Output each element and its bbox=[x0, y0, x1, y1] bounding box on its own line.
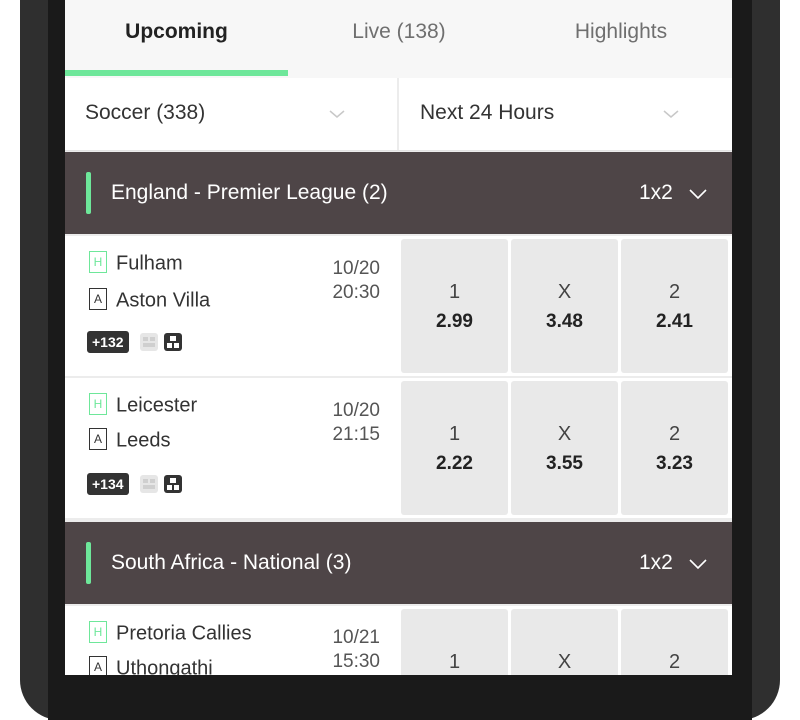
match-date: 10/20 bbox=[332, 400, 380, 421]
more-markets-badge[interactable]: +132 bbox=[87, 331, 129, 353]
odds-value: 2.41 bbox=[656, 311, 693, 332]
odds-button-draw[interactable]: X 3.55 bbox=[511, 381, 618, 515]
tab-bar: Upcoming Live (138) Highlights bbox=[65, 0, 732, 78]
stats-icon bbox=[140, 333, 158, 351]
odds-label: 1 bbox=[448, 423, 461, 445]
odds-value: 3.23 bbox=[656, 453, 693, 474]
stats-icon bbox=[140, 475, 158, 493]
odds-value: 2.99 bbox=[436, 311, 473, 332]
odds-value: 2.22 bbox=[436, 453, 473, 474]
odds-label: 2 bbox=[668, 651, 681, 673]
lineup-icon[interactable] bbox=[163, 332, 183, 352]
match-date: 10/21 bbox=[332, 627, 380, 648]
league-header[interactable]: South Africa - National (3) 1x2 bbox=[65, 522, 732, 604]
chevron-down-icon[interactable] bbox=[689, 555, 707, 573]
odds-button-home[interactable]: 1 bbox=[401, 609, 508, 675]
home-tag: H bbox=[89, 620, 107, 643]
tab-live[interactable]: Live (138) bbox=[288, 0, 510, 78]
active-tab-indicator bbox=[65, 70, 288, 76]
odds-label: X bbox=[557, 423, 572, 445]
match-datetime: 10/20 20:30 bbox=[332, 257, 380, 305]
home-team: H Pretoria Callies bbox=[89, 620, 252, 646]
away-tag: A bbox=[89, 655, 107, 675]
away-tag: A bbox=[89, 287, 107, 310]
chevron-down-icon[interactable] bbox=[689, 185, 707, 203]
away-team-name: Aston Villa bbox=[116, 289, 211, 312]
match-row[interactable]: H Pretoria Callies A Uthongathi 10/21 15:3… bbox=[65, 606, 732, 675]
league-accent-bar bbox=[86, 542, 91, 584]
match-row[interactable]: H Leicester A Leeds 10/20 21:15 +134 1 2.2… bbox=[65, 378, 732, 518]
odds-label: 2 bbox=[668, 281, 681, 303]
odds-button-away[interactable]: 2 3.23 bbox=[621, 381, 728, 515]
odds-value: 3.48 bbox=[546, 311, 583, 332]
league-name: South Africa - National (3) bbox=[111, 551, 352, 574]
home-tag: H bbox=[89, 392, 107, 415]
filter-divider bbox=[397, 78, 399, 150]
odds-label: 1 bbox=[448, 651, 461, 673]
away-tag: A bbox=[89, 427, 107, 450]
home-team-name: Fulham bbox=[116, 252, 183, 275]
odds-button-draw[interactable]: X 3.48 bbox=[511, 239, 618, 373]
away-team-name: Uthongathi bbox=[116, 657, 213, 675]
match-datetime: 10/20 21:15 bbox=[332, 399, 380, 447]
odds-button-away[interactable]: 2 2.41 bbox=[621, 239, 728, 373]
league-market-label: 1x2 bbox=[639, 551, 673, 574]
away-team: A Leeds bbox=[89, 427, 171, 453]
odds-label: 1 bbox=[448, 281, 461, 303]
home-team-name: Leicester bbox=[116, 394, 198, 417]
more-markets-badge[interactable]: +134 bbox=[87, 473, 129, 495]
match-datetime: 10/21 15:30 bbox=[332, 626, 380, 674]
timeframe-select-label: Next 24 Hours bbox=[420, 101, 555, 124]
chevron-down-icon bbox=[329, 110, 345, 118]
away-team: A Aston Villa bbox=[89, 287, 210, 313]
tab-upcoming[interactable]: Upcoming bbox=[65, 0, 288, 78]
odds-button-draw[interactable]: X bbox=[511, 609, 618, 675]
app-screen: Upcoming Live (138) Highlights Soccer (3… bbox=[65, 0, 732, 675]
league-name: England - Premier League (2) bbox=[111, 181, 388, 204]
match-time: 15:30 bbox=[332, 651, 380, 672]
match-row[interactable]: H Fulham A Aston Villa 10/20 20:30 +132 1 … bbox=[65, 236, 732, 376]
odds-button-away[interactable]: 2 bbox=[621, 609, 728, 675]
away-team: A Uthongathi bbox=[89, 655, 213, 675]
lineup-icon[interactable] bbox=[163, 474, 183, 494]
sport-select-label: Soccer (338) bbox=[85, 101, 206, 124]
home-team-name: Pretoria Callies bbox=[116, 622, 252, 645]
tab-highlights[interactable]: Highlights bbox=[510, 0, 732, 78]
match-time: 21:15 bbox=[332, 424, 380, 445]
home-team: H Leicester bbox=[89, 392, 197, 418]
home-tag: H bbox=[89, 250, 107, 273]
odds-button-home[interactable]: 1 2.22 bbox=[401, 381, 508, 515]
match-time: 20:30 bbox=[332, 282, 380, 303]
odds-button-home[interactable]: 1 2.99 bbox=[401, 239, 508, 373]
odds-label: X bbox=[557, 651, 572, 673]
odds-value: 3.55 bbox=[546, 453, 583, 474]
odds-label: 2 bbox=[668, 423, 681, 445]
odds-label: X bbox=[557, 281, 572, 303]
filter-bar: Soccer (338) Next 24 Hours bbox=[65, 78, 732, 151]
home-team: H Fulham bbox=[89, 250, 183, 276]
away-team-name: Leeds bbox=[116, 429, 171, 452]
league-header[interactable]: England - Premier League (2) 1x2 bbox=[65, 152, 732, 234]
chevron-down-icon bbox=[663, 110, 679, 118]
league-market-label: 1x2 bbox=[639, 181, 673, 204]
league-accent-bar bbox=[86, 172, 91, 214]
match-date: 10/20 bbox=[332, 258, 380, 279]
